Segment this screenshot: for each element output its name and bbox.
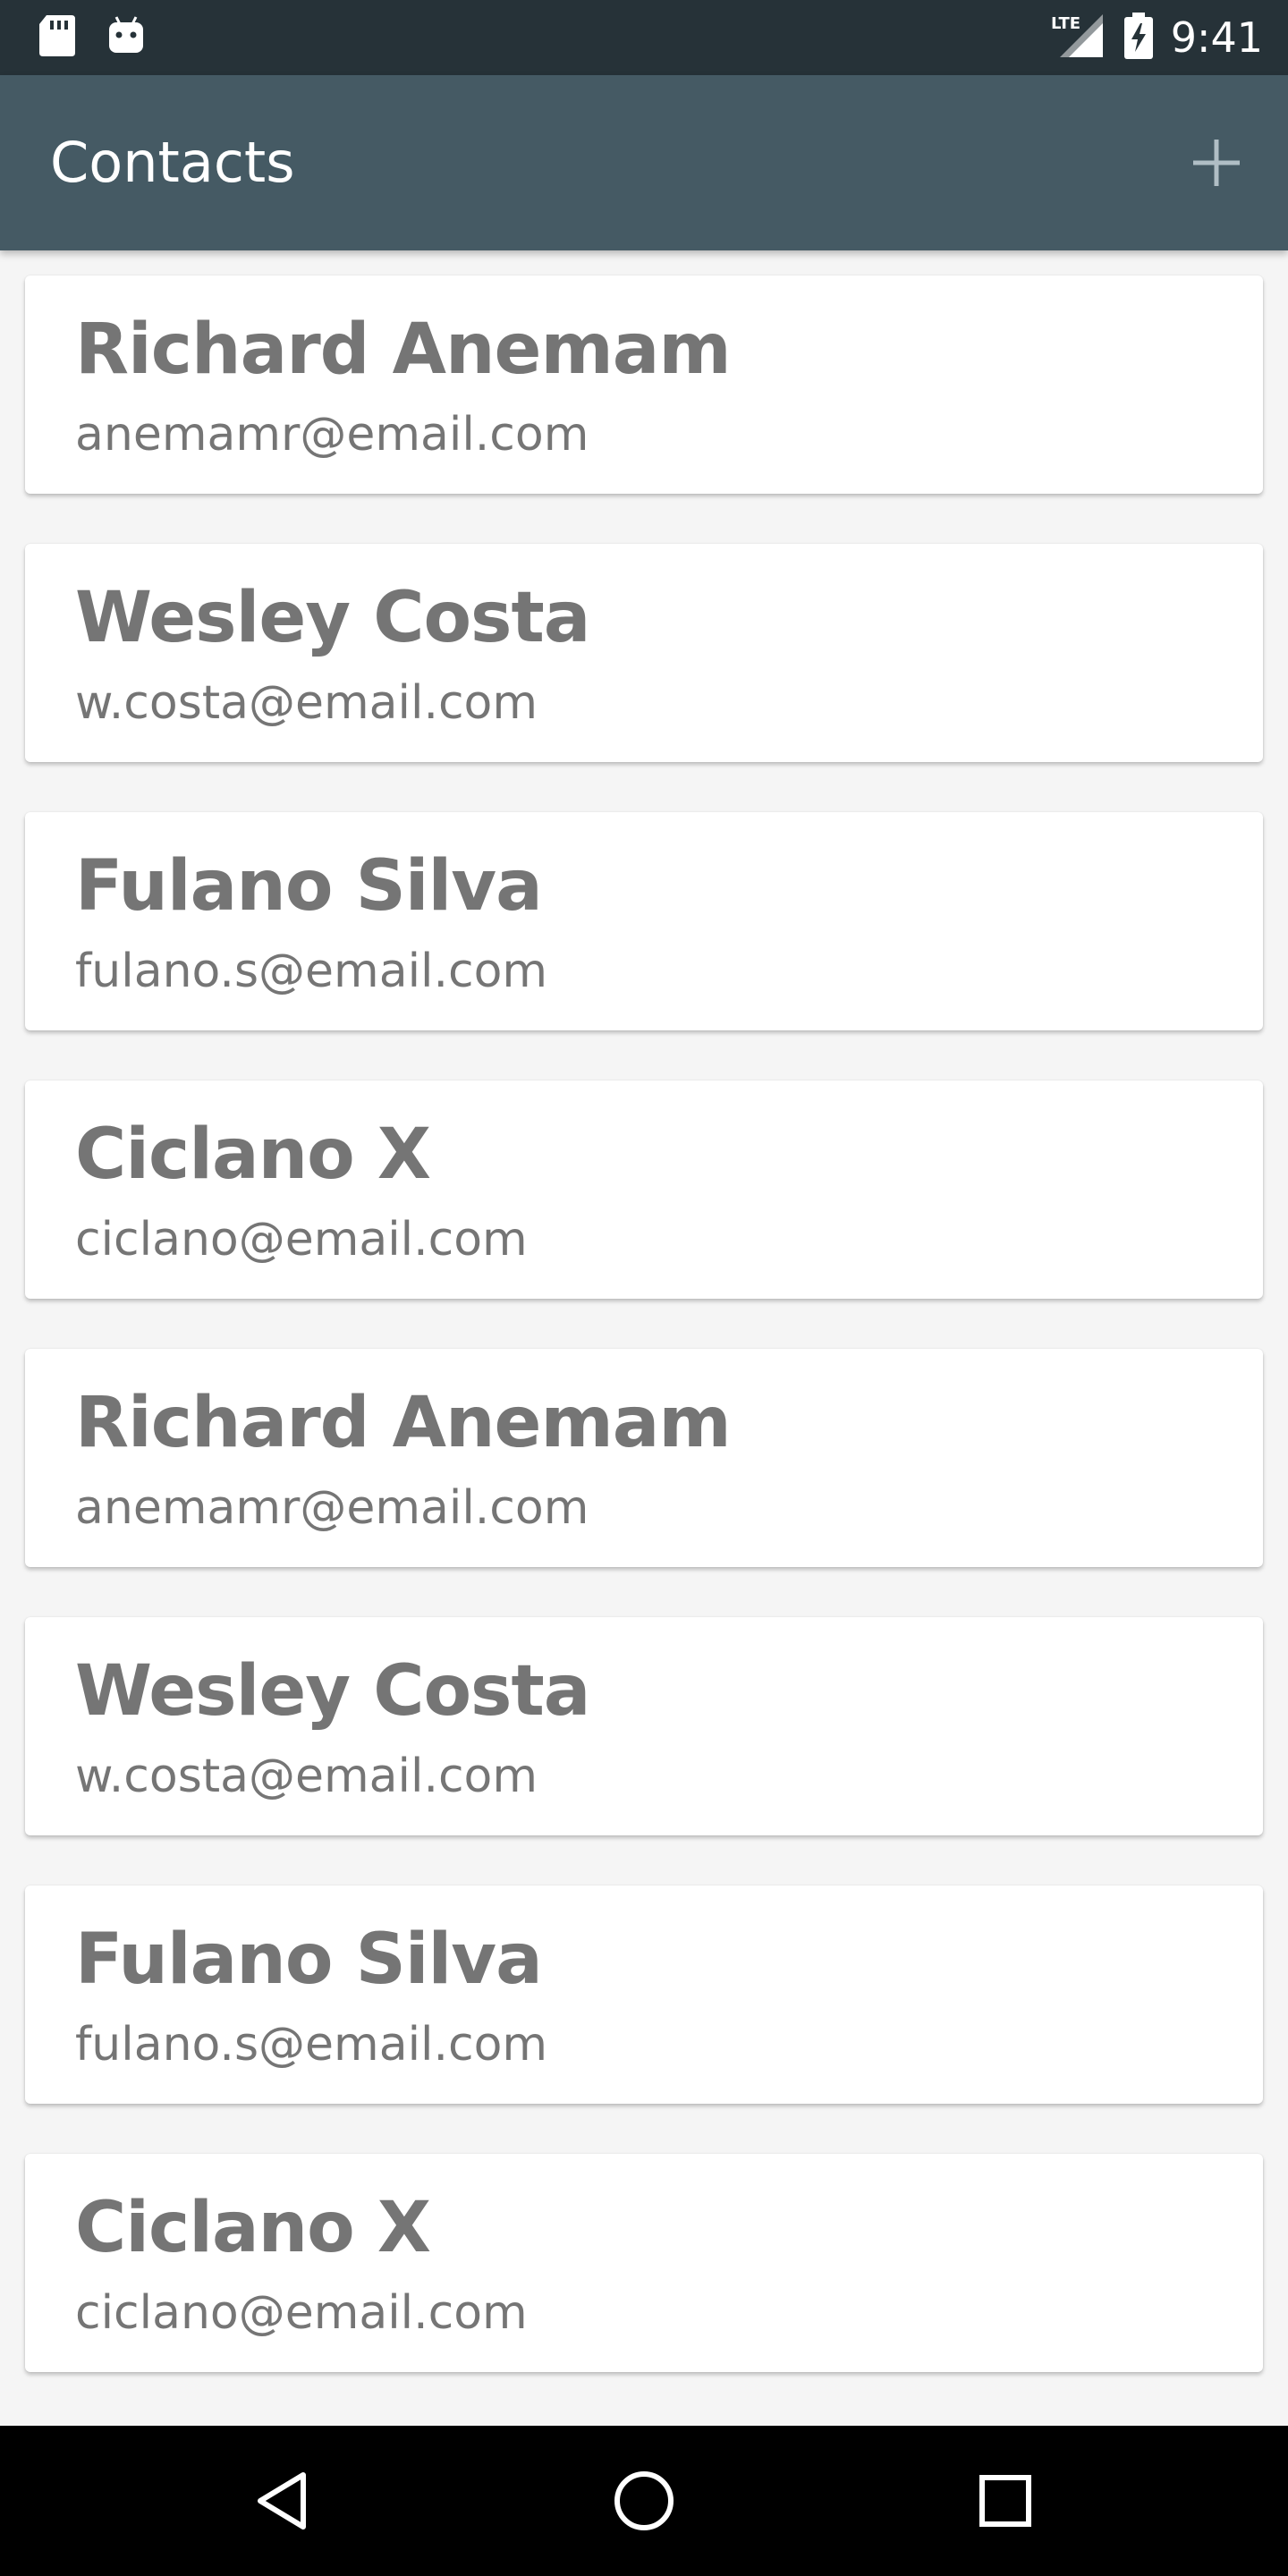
home-button[interactable] — [590, 2447, 698, 2555]
contact-name: Richard Anemam — [75, 1383, 732, 1463]
recents-button[interactable] — [952, 2447, 1059, 2555]
contact-name: Ciclano X — [75, 2188, 431, 2268]
contact-card[interactable]: Wesley Costa w.costa@email.com — [25, 544, 1263, 762]
status-right-icons: LTE 9:41 — [1051, 0, 1263, 75]
lte-signal-icon: LTE — [1051, 11, 1106, 64]
status-time: 9:41 — [1170, 13, 1263, 62]
contact-card[interactable]: Wesley Costa w.costa@email.com — [25, 1617, 1263, 1835]
contact-email: anemamr@email.com — [75, 1481, 589, 1535]
contact-list[interactable]: Richard Anemam anemamr@email.com Wesley … — [0, 250, 1288, 2426]
contact-email: ciclano@email.com — [75, 1213, 528, 1267]
contact-card[interactable]: Richard Anemam anemamr@email.com — [25, 1349, 1263, 1567]
contact-email: anemamr@email.com — [75, 408, 589, 462]
recents-icon — [979, 2475, 1031, 2527]
lte-label: LTE — [1051, 14, 1080, 33]
android-icon — [106, 15, 147, 60]
navigation-bar — [0, 2426, 1288, 2576]
contact-name: Ciclano X — [75, 1114, 431, 1195]
status-bar: LTE 9:41 — [0, 0, 1288, 75]
contact-email: fulano.s@email.com — [75, 2018, 548, 2072]
sd-card-icon — [38, 13, 77, 62]
contact-card[interactable]: Fulano Silva fulano.s@email.com — [25, 1885, 1263, 2104]
contact-email: fulano.s@email.com — [75, 945, 548, 998]
contact-name: Richard Anemam — [75, 309, 732, 390]
battery-charging-icon — [1123, 11, 1155, 64]
add-contact-button[interactable] — [1172, 118, 1261, 208]
status-left-icons — [38, 13, 147, 63]
contact-name: Fulano Silva — [75, 1919, 543, 2000]
contact-email: w.costa@email.com — [75, 1750, 538, 1803]
contact-card[interactable]: Fulano Silva fulano.s@email.com — [25, 812, 1263, 1030]
page-title: Contacts — [50, 130, 295, 195]
plus-icon — [1193, 140, 1240, 186]
back-button[interactable] — [229, 2447, 336, 2555]
contact-card[interactable]: Ciclano X ciclano@email.com — [25, 2154, 1263, 2372]
contact-card[interactable]: Ciclano X ciclano@email.com — [25, 1080, 1263, 1299]
app-bar: Contacts — [0, 75, 1288, 250]
contact-card[interactable]: Richard Anemam anemamr@email.com — [25, 275, 1263, 494]
contact-name: Wesley Costa — [75, 578, 590, 658]
contact-email: ciclano@email.com — [75, 2286, 528, 2340]
contact-email: w.costa@email.com — [75, 676, 538, 730]
back-icon — [258, 2472, 306, 2529]
contact-name: Wesley Costa — [75, 1651, 590, 1732]
home-icon — [614, 2471, 674, 2530]
contact-name: Fulano Silva — [75, 846, 543, 927]
